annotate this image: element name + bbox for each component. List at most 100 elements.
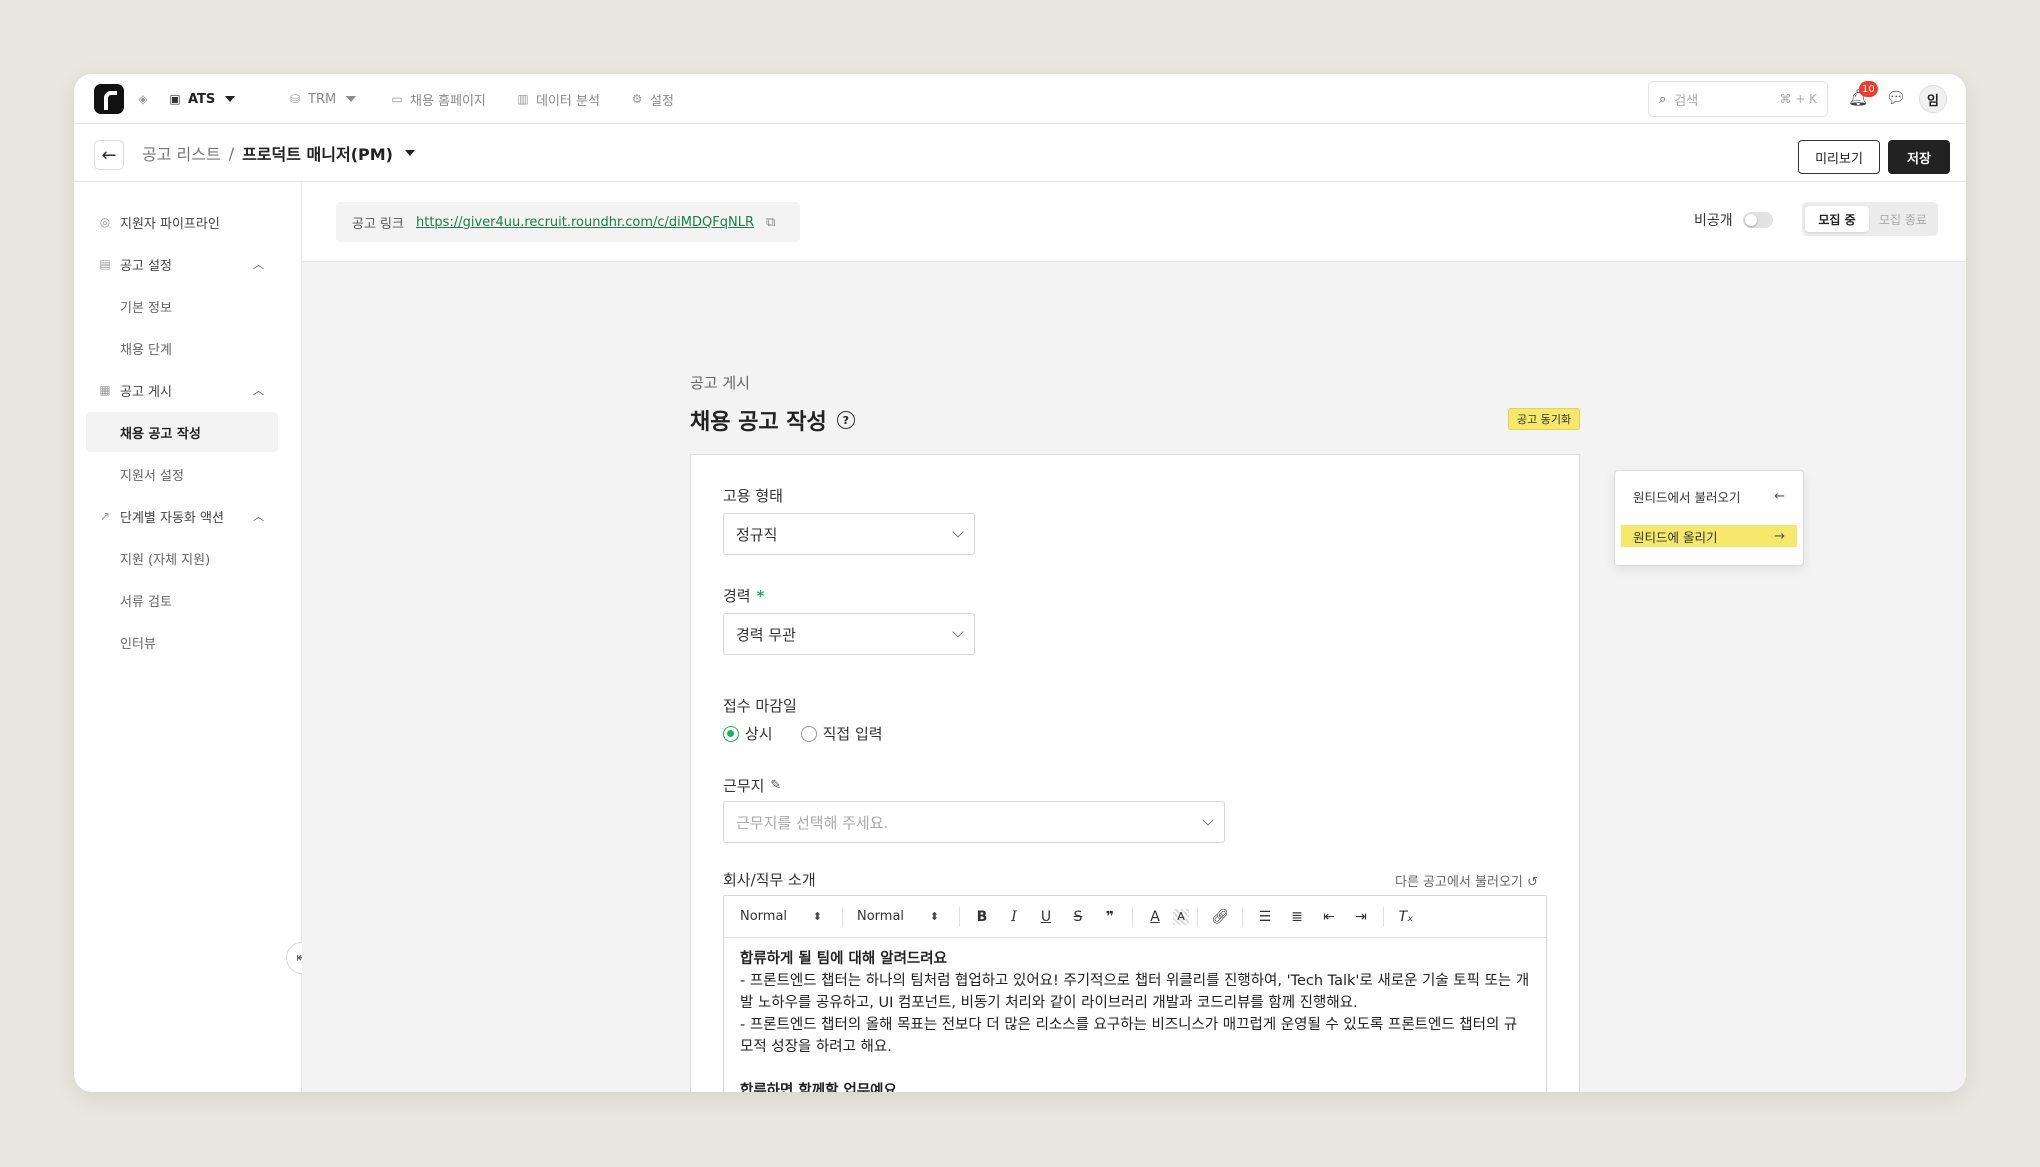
- strikethrough-icon[interactable]: S: [1064, 903, 1092, 931]
- edit-icon[interactable]: ✎: [770, 778, 781, 793]
- briefcase-icon: ▣: [169, 92, 181, 106]
- bullet-list-icon[interactable]: ≣: [1283, 903, 1311, 931]
- size-select[interactable]: Normal: [851, 903, 951, 931]
- chevron-down-icon: [346, 96, 357, 102]
- italic-icon[interactable]: I: [1000, 903, 1028, 931]
- load-from-other-posting[interactable]: 다른 공고에서 불러오기 ↺: [1395, 871, 1538, 890]
- sidebar-item-interview[interactable]: 인터뷰: [86, 622, 278, 662]
- app-logo[interactable]: [94, 84, 124, 114]
- status-closed[interactable]: 모집 종료: [1871, 206, 1935, 232]
- sidebar-item-posting[interactable]: ▦ 공고 게시 ︿: [86, 370, 278, 410]
- clipboard-icon: ▤: [99, 257, 111, 271]
- menu-upload-wanted[interactable]: 원티드에 올리기 →: [1621, 525, 1797, 547]
- toolbar-divider: [1383, 906, 1384, 927]
- link-bar: 공고 링크 https://giver4uu.recruit.roundhr.c…: [302, 182, 1966, 262]
- sidebar-item-application-settings[interactable]: 지원서 설정: [86, 454, 278, 494]
- trend-icon: ↗: [99, 509, 111, 523]
- clear-format-icon[interactable]: Tₓ: [1392, 903, 1420, 931]
- font-select[interactable]: Normal: [734, 903, 834, 931]
- sidebar-item-pipeline[interactable]: ◎ 지원자 파이프라인: [86, 202, 278, 242]
- sync-menu: 원티드에서 불러오기 ← 원티드에 올리기 →: [1614, 470, 1804, 566]
- chevron-down-icon[interactable]: [404, 150, 415, 156]
- nav-career-page[interactable]: ▭ 채용 홈페이지: [390, 74, 486, 124]
- deadline-label: 접수 마감일: [723, 697, 797, 715]
- employment-type-label: 고용 형태: [723, 487, 783, 505]
- bar-chart-icon: ▥: [517, 92, 529, 106]
- text-color-icon[interactable]: A: [1141, 903, 1169, 931]
- top-navigation: ◈ ▣ ATS ⛁ TRM ▭ 채용 홈페이지 ▥ 데이터 분석 ⚙ 설정 ⌕ …: [74, 74, 1966, 124]
- search-input[interactable]: ⌕ 검색 ⌘ + K: [1648, 81, 1828, 117]
- page-header: ← 공고 리스트 / 프로덕트 매니저(PM) 미리보기 저장: [74, 124, 1966, 182]
- job-link-url[interactable]: https://giver4uu.recruit.roundhr.com/c/d…: [416, 215, 754, 230]
- quote-icon[interactable]: ❞: [1096, 903, 1124, 931]
- breadcrumb: 공고 리스트 / 프로덕트 매니저(PM): [142, 124, 415, 182]
- private-toggle[interactable]: [1742, 212, 1773, 228]
- sidebar-item-stages[interactable]: 채용 단계: [86, 328, 278, 368]
- sidebar-item-job-settings[interactable]: ▤ 공고 설정 ︿: [86, 244, 278, 284]
- ordered-list-icon[interactable]: ☰: [1251, 903, 1279, 931]
- section-label: 공고 게시: [690, 374, 750, 392]
- link-icon[interactable]: 🔗︎: [1206, 903, 1234, 931]
- editor-blank-line: [740, 1058, 1530, 1080]
- layers-icon[interactable]: ◈: [136, 74, 150, 124]
- chevron-up-icon: ︿: [253, 384, 264, 397]
- main-content: 공고 링크 https://giver4uu.recruit.roundhr.c…: [302, 182, 1966, 1092]
- menu-import-wanted[interactable]: 원티드에서 불러오기 ←: [1621, 485, 1797, 507]
- breadcrumb-parent[interactable]: 공고 리스트: [142, 141, 221, 165]
- bold-icon[interactable]: B: [968, 903, 996, 931]
- breadcrumb-separator: /: [228, 143, 235, 163]
- sync-posting-button[interactable]: 공고 동기화: [1508, 408, 1581, 430]
- help-icon[interactable]: ?: [836, 411, 855, 429]
- editor-heading: 합류하게 될 팀에 대해 알려드려요: [740, 951, 947, 967]
- outdent-icon[interactable]: ⇤: [1315, 903, 1343, 931]
- status-recruiting[interactable]: 모집 중: [1805, 206, 1869, 232]
- arrow-left-icon: ←: [1774, 488, 1785, 504]
- career-label: 경력 *: [723, 586, 765, 606]
- copy-icon[interactable]: ⧉: [766, 215, 775, 230]
- search-icon: ⌕: [1659, 91, 1667, 107]
- rich-text-editor[interactable]: Normal Normal B I U S ❞ A A 🔗︎ ☰ ≣: [723, 895, 1547, 1092]
- deadline-custom-radio[interactable]: 직접 입력: [800, 723, 883, 744]
- location-label: 근무지 ✎: [723, 777, 782, 795]
- newspaper-icon: ▦: [99, 383, 111, 397]
- location-select[interactable]: 근무지를 선택해 주세요.: [723, 801, 1225, 843]
- editor-content[interactable]: 합류하게 될 팀에 대해 알려드려요 - 프론트엔드 챕터는 하나의 팀처럼 협업…: [724, 938, 1546, 1092]
- toolbar-divider: [1132, 906, 1133, 927]
- toolbar-divider: [959, 906, 960, 927]
- sidebar-item-apply[interactable]: 지원 (자체 지원): [86, 538, 278, 578]
- indent-icon[interactable]: ⇥: [1347, 903, 1375, 931]
- deadline-radio-group: 상시 직접 입력: [723, 723, 883, 744]
- sidebar-item-basic-info[interactable]: 기본 정보: [86, 286, 278, 326]
- database-icon: ⛁: [289, 92, 301, 106]
- breadcrumb-current[interactable]: 프로덕트 매니저(PM): [242, 141, 393, 165]
- avatar[interactable]: 임: [1919, 85, 1947, 113]
- preview-button[interactable]: 미리보기: [1798, 140, 1880, 174]
- nav-ats[interactable]: ▣ ATS: [168, 74, 236, 124]
- search-shortcut: ⌘ + K: [1779, 92, 1817, 106]
- chevron-up-icon: ︿: [253, 258, 264, 271]
- sidebar-item-write-posting[interactable]: 채용 공고 작성: [86, 412, 278, 452]
- background-color-icon[interactable]: A: [1173, 908, 1189, 925]
- pipeline-icon: ◎: [99, 215, 111, 229]
- chat-icon[interactable]: 💬︎: [1886, 88, 1906, 107]
- employment-type-select[interactable]: 정규직: [723, 513, 975, 555]
- nav-settings[interactable]: ⚙ 설정: [630, 74, 674, 124]
- nav-trm[interactable]: ⛁ TRM: [288, 74, 357, 124]
- sidebar-item-document-review[interactable]: 서류 검토: [86, 580, 278, 620]
- career-select[interactable]: 경력 무관: [723, 613, 975, 655]
- underline-icon[interactable]: U: [1032, 903, 1060, 931]
- arrow-left-icon: ←: [101, 144, 117, 166]
- notification-badge: 10: [1859, 81, 1878, 97]
- private-toggle-group: 비공개: [1694, 210, 1773, 230]
- nav-data-analysis[interactable]: ▥ 데이터 분석: [516, 74, 600, 124]
- sidebar-item-automation[interactable]: ↗ 단계별 자동화 액션 ︿: [86, 496, 278, 536]
- toolbar-divider: [1242, 906, 1243, 927]
- chevron-down-icon: [1202, 814, 1214, 826]
- sidebar: ◎ 지원자 파이프라인 ▤ 공고 설정 ︿ 기본 정보 채용 단계 ▦ 공고 게시 ︿ 채…: [74, 182, 302, 1092]
- back-button[interactable]: ←: [94, 140, 124, 170]
- toolbar-divider: [1197, 906, 1198, 927]
- save-button[interactable]: 저장: [1888, 140, 1950, 174]
- toolbar-divider: [842, 906, 843, 927]
- deadline-always-radio[interactable]: 상시: [723, 723, 773, 744]
- editor-toolbar: Normal Normal B I U S ❞ A A 🔗︎ ☰ ≣: [724, 896, 1546, 938]
